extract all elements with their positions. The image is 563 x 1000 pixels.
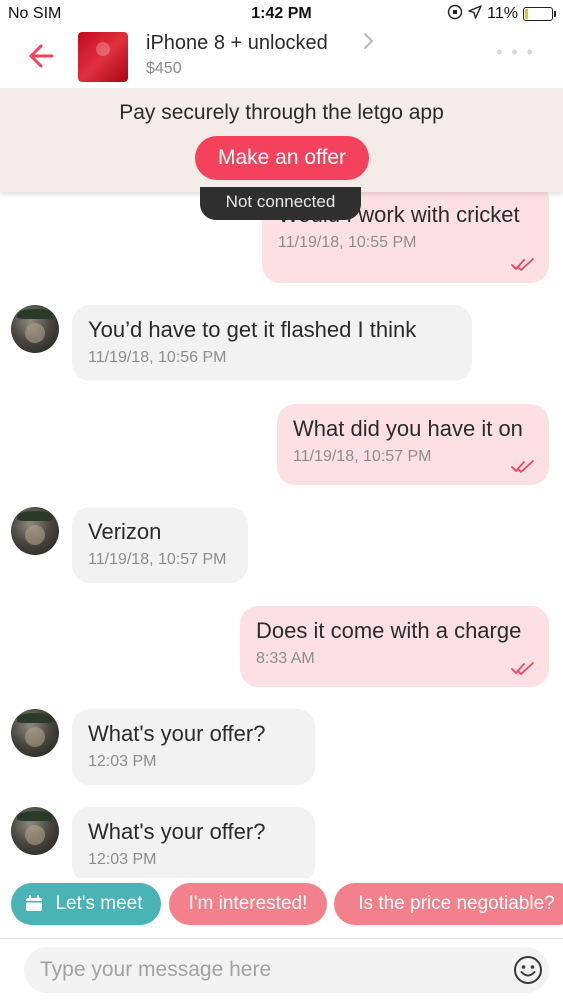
back-arrow-icon [29,44,54,68]
composer-bar: COMPLAINTS BOARD [0,938,563,1000]
sender-avatar[interactable] [11,709,59,757]
message-text: What did you have it on [293,416,523,441]
outgoing-message: Does it come with a charge 8:33 AM [240,606,549,687]
offer-banner-text: Pay securely through the letgo app [119,101,444,124]
orientation-lock-icon [447,4,463,24]
incoming-message: Verizon 11/19/18, 10:57 PM [72,507,248,583]
more-options-icon[interactable]: • • • [496,42,535,63]
message-timestamp: 8:33 AM [256,650,315,667]
location-arrow-icon [468,5,482,23]
message-timestamp: 11/19/18, 10:57 PM [88,551,227,568]
status-indicators: 11% [447,4,556,24]
message-text: What's your offer? [88,819,266,844]
incoming-message: You’d have to get it flashed I think 11/… [72,305,472,381]
chevron-right-icon[interactable] [362,30,376,58]
message-text: Verizon [88,519,162,544]
message-timestamp: 11/19/18, 10:55 PM [278,234,417,251]
quick-replies[interactable]: Let's meet I'm interested! Is the price … [0,883,563,927]
quick-reply-interested[interactable]: I'm interested! [169,883,327,925]
quick-reply-price-negotiable[interactable]: Is the price negotiable? [334,883,563,925]
quick-reply-label: Let's meet [55,893,143,914]
message-list[interactable]: Would I work with cricket 11/19/18, 10:5… [0,192,563,878]
offer-banner: Pay securely through the letgo app Make … [0,88,563,192]
message-timestamp: 11/19/18, 10:56 PM [88,349,227,366]
battery-icon [523,7,556,21]
message-timestamp: 11/19/18, 10:57 PM [293,448,432,465]
message-timestamp: 12:03 PM [88,851,157,868]
status-bar: No SIM 1:42 PM 11% [0,0,563,28]
back-button[interactable] [22,36,62,76]
incoming-message: What's your offer? 12:03 PM [72,807,315,878]
emoji-button[interactable] [513,955,543,985]
message-text: Does it come with a charge [256,618,522,643]
product-title[interactable]: iPhone 8 + unlocked [146,32,328,55]
sender-avatar[interactable] [11,507,59,555]
message-text: What's your offer? [88,721,266,746]
product-thumbnail[interactable] [78,32,128,82]
double-check-icon [511,258,534,271]
battery-level [525,9,528,19]
message-input[interactable] [24,947,549,993]
incoming-message: What's your offer? 12:03 PM [72,709,315,785]
quick-reply-lets-meet[interactable]: Let's meet [11,883,161,925]
message-timestamp: 12:03 PM [88,753,157,770]
sender-avatar[interactable] [11,807,59,855]
battery-percent: 11% [487,5,518,22]
double-check-icon [511,460,534,473]
smiley-icon [514,956,542,984]
product-price: $450 [146,60,182,77]
sender-avatar[interactable] [11,305,59,353]
double-check-icon [511,662,534,675]
message-text: You’d have to get it flashed I think [88,317,417,342]
make-offer-button[interactable]: Make an offer [195,136,369,180]
calendar-icon [26,895,42,911]
conversation-header: iPhone 8 + unlocked $450 • • • [0,28,563,88]
outgoing-message: What did you have it on 11/19/18, 10:57 … [277,404,549,485]
connection-status-badge: Not connected [200,187,361,220]
